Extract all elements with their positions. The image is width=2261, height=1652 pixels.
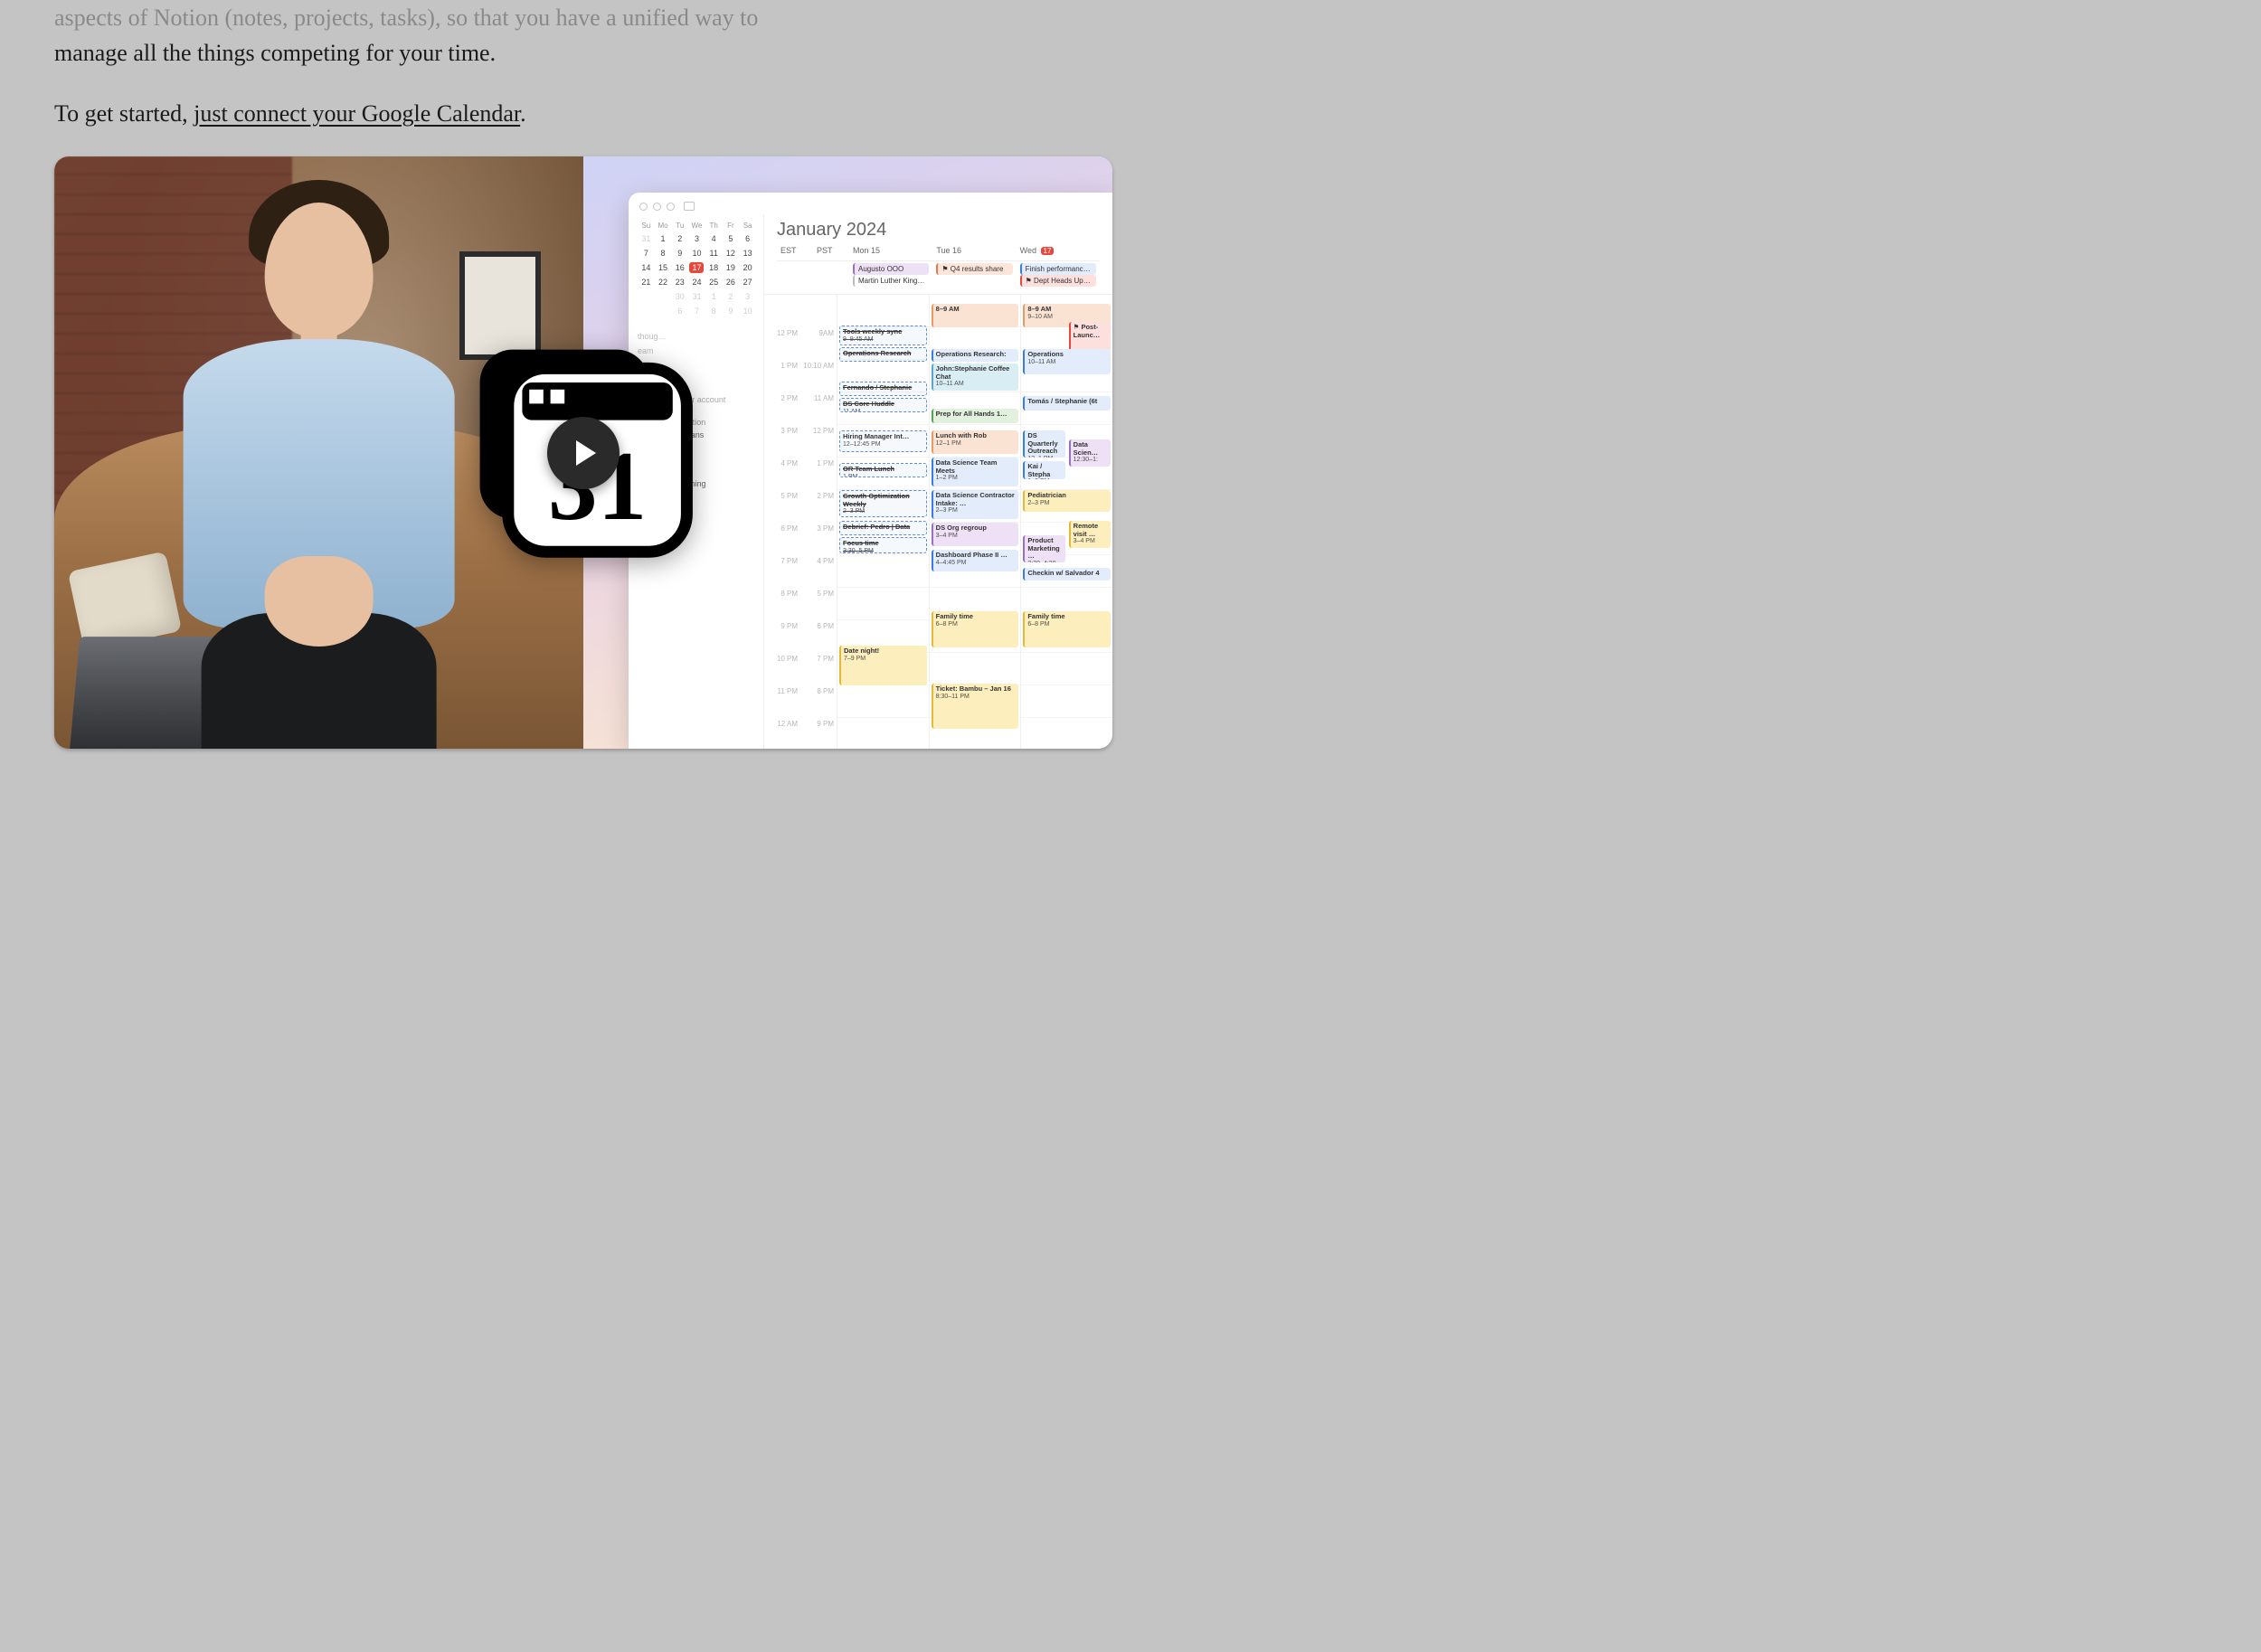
- article-paragraph-2: To get started, just connect your Google…: [54, 96, 1112, 131]
- calendar-event[interactable]: OR Team Lunch1 PM: [839, 463, 927, 477]
- calendar-event[interactable]: Date night!7–9 PM: [839, 646, 927, 685]
- calendar-event[interactable]: Family time6–8 PM: [932, 611, 1019, 647]
- calendar-event[interactable]: Operations10–11 AM: [1023, 349, 1111, 374]
- calendar-event[interactable]: Data Science Contractor Intake: …2–3 PM: [932, 490, 1019, 519]
- allday-event[interactable]: Augusto OOO: [853, 263, 929, 275]
- day-header[interactable]: Mon 15: [849, 244, 932, 257]
- hour-gutter-est: 12 PM1 PM2 PM3 PM4 PM5 PM6 PM7 PM8 PM9 P…: [764, 295, 800, 749]
- calendar-event[interactable]: DS Quarterly Outreach12–1 PM: [1023, 430, 1064, 458]
- calendar-event[interactable]: Data Science Team Meets1–2 PM: [932, 458, 1019, 486]
- calendar-event[interactable]: Checkin w/ Salvador 4: [1023, 568, 1111, 581]
- hour-gutter-pst: 9AM10:10 AM11 AM12 PM1 PM2 PM3 PM4 PM5 P…: [800, 295, 837, 749]
- allday-event[interactable]: Martin Luther King …: [853, 275, 929, 287]
- allday-cell: ⚑ Q4 results share: [932, 261, 1016, 288]
- allday-cell: Augusto OOOMartin Luther King …: [849, 261, 932, 288]
- day-column-wed[interactable]: 8–9 AM9–10 AM⚑ Post-Launc…Operations10–1…: [1020, 295, 1112, 749]
- allday-cell: Finish performance …⚑ Dept Heads Upda…: [1017, 261, 1100, 288]
- connect-google-calendar-link[interactable]: just connect your Google Calendar: [194, 100, 520, 127]
- calendar-event[interactable]: Debrief: Pedro | Data: [839, 521, 927, 535]
- calendar-event[interactable]: Growth Optimization Weekly2–3 PM: [839, 490, 927, 517]
- presenter: [120, 180, 517, 749]
- article-paragraph-1: aspects of Notion (notes, projects, task…: [54, 0, 1112, 71]
- calendar-event[interactable]: Data Scien…12:30–1:: [1069, 439, 1111, 467]
- calendar-event[interactable]: Ticket: Bambu – Jan 168:30–11 PM: [932, 684, 1019, 729]
- app-window: SuMoTuWeThFrSa 3112345678910111213141516…: [629, 193, 1112, 749]
- calendar-event[interactable]: John:Stephanie Coffee Chat10–11 AM: [932, 363, 1019, 391]
- allday-event[interactable]: ⚑ Q4 results share: [936, 263, 1012, 275]
- calendar-event[interactable]: Prep for All Hands 1…: [932, 409, 1019, 423]
- calendar-event[interactable]: Tomás / Stephanie (6t: [1023, 396, 1111, 411]
- day-column-mon[interactable]: Tools weekly sync9–9:45 AM Operations Res…: [837, 295, 929, 749]
- traffic-dot: [639, 203, 648, 211]
- calendar-event[interactable]: DS Org regroup3–4 PM: [932, 523, 1019, 546]
- day-header[interactable]: Wed 17: [1017, 244, 1100, 257]
- allday-event[interactable]: Finish performance …: [1020, 263, 1096, 275]
- calendar-event[interactable]: ⚑ Post-Launc…: [1069, 322, 1111, 351]
- calendar-event[interactable]: Operations Research:: [932, 349, 1019, 362]
- calendar-event[interactable]: Product Marketing …3:30–4:30 PM: [1023, 535, 1064, 562]
- faded-line: aspects of Notion (notes, projects, task…: [54, 5, 758, 31]
- day-header[interactable]: Tue 16: [932, 244, 1016, 257]
- tz-label: PST: [813, 244, 849, 257]
- calendar-event[interactable]: Remote visit …3–4 PM: [1069, 521, 1111, 548]
- window-traffic-lights: [629, 193, 1112, 214]
- calendar-event[interactable]: Hiring Manager Int…12–12:45 PM: [839, 430, 927, 452]
- calendar-event[interactable]: 8–9 AM: [932, 304, 1019, 327]
- traffic-dot: [667, 203, 675, 211]
- calendar-body[interactable]: 12 PM1 PM2 PM3 PM4 PM5 PM6 PM7 PM8 PM9 P…: [764, 294, 1112, 749]
- line-2: manage all the things competing for your…: [54, 40, 496, 66]
- calendar-event[interactable]: Operations Research: [839, 347, 927, 362]
- calendar-event[interactable]: Pediatrician2–3 PM: [1023, 490, 1111, 512]
- tz-label: EST: [777, 244, 813, 257]
- calendar-header: January 2024 EST PST Mon 15 Tue 16 Wed 1…: [764, 214, 1112, 294]
- day-column-tue[interactable]: 8–9 AM Operations Research:John:Stephanie…: [929, 295, 1021, 749]
- traffic-dot: [653, 203, 661, 211]
- video-preview-card[interactable]: SuMoTuWeThFrSa 3112345678910111213141516…: [54, 156, 1112, 749]
- mini-calendar[interactable]: SuMoTuWeThFrSa 3112345678910111213141516…: [638, 220, 756, 318]
- play-button[interactable]: [547, 417, 620, 489]
- calendar-event[interactable]: Focus time3:30–5 PM: [839, 537, 927, 553]
- calendar-event[interactable]: DS Core Huddle11 AM: [839, 398, 927, 412]
- calendar-event[interactable]: Family time6–8 PM: [1023, 611, 1111, 647]
- calendar-event[interactable]: Dashboard Phase II …4–4:45 PM: [932, 550, 1019, 571]
- calendar-event[interactable]: Fernando / Stephanie: [839, 382, 927, 396]
- calendar-event[interactable]: Lunch with Rob12–1 PM: [932, 430, 1019, 454]
- cta-prefix: To get started,: [54, 100, 194, 127]
- cta-suffix: .: [520, 100, 526, 127]
- month-title: January 2024: [777, 220, 1100, 241]
- calendar-event[interactable]: Tools weekly sync9–9:45 AM: [839, 326, 927, 345]
- day-header-row: EST PST Mon 15 Tue 16 Wed 17: [777, 244, 1100, 257]
- allday-event[interactable]: ⚑ Dept Heads Upda…: [1020, 275, 1096, 287]
- sidebar-toggle-icon: [684, 202, 695, 211]
- today-badge: 17: [1041, 247, 1055, 255]
- calendar-event[interactable]: Kai / Stepha1–2 PM: [1023, 461, 1064, 479]
